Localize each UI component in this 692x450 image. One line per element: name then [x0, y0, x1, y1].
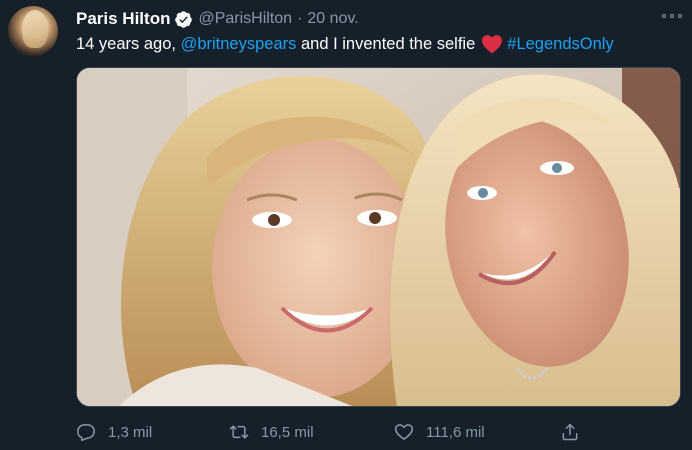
tweet-photo[interactable] — [76, 67, 681, 407]
tweet-text-middle: and I invented the selfie — [296, 34, 476, 53]
like-count: 111,6 mil — [426, 423, 485, 441]
more-options-icon[interactable] — [662, 12, 682, 20]
reply-icon — [77, 424, 95, 442]
red-heart-emoji — [481, 34, 503, 54]
tweet[interactable]: Paris Hilton @ParisHilton · 20 nov. 14 y… — [0, 0, 692, 450]
heart-icon — [394, 424, 414, 440]
share-icon — [562, 423, 578, 441]
more-dot — [670, 14, 674, 18]
verified-badge-icon — [174, 10, 193, 29]
like-button[interactable]: 111,6 mil — [394, 420, 485, 444]
author-name[interactable]: Paris Hilton — [76, 9, 170, 29]
tweet-actions: 1,3 mil 16,5 mil 111,6 mil — [76, 420, 681, 444]
more-dot — [662, 14, 666, 18]
retweet-count: 16,5 mil — [261, 423, 314, 441]
tweet-text: 14 years ago, @britneyspears and I inven… — [76, 34, 614, 54]
selfie-photo — [77, 68, 680, 406]
retweet-button[interactable]: 16,5 mil — [229, 420, 314, 444]
author-handle[interactable]: @ParisHilton — [198, 10, 292, 28]
share-button[interactable] — [560, 420, 592, 444]
mention-link[interactable]: @britneyspears — [181, 35, 297, 54]
tweet-date[interactable]: 20 nov. — [307, 10, 358, 28]
separator-dot: · — [297, 10, 303, 27]
avatar-hair — [22, 10, 48, 48]
hashtag-link[interactable]: #LegendsOnly — [507, 35, 613, 54]
more-dot — [678, 14, 682, 18]
tweet-text-prefix: 14 years ago, — [76, 34, 181, 53]
avatar[interactable] — [8, 6, 58, 56]
retweet-icon — [229, 425, 249, 439]
tweet-header: Paris Hilton @ParisHilton · 20 nov. — [76, 8, 359, 30]
reply-count: 1,3 mil — [108, 423, 153, 441]
reply-button[interactable]: 1,3 mil — [76, 420, 152, 444]
